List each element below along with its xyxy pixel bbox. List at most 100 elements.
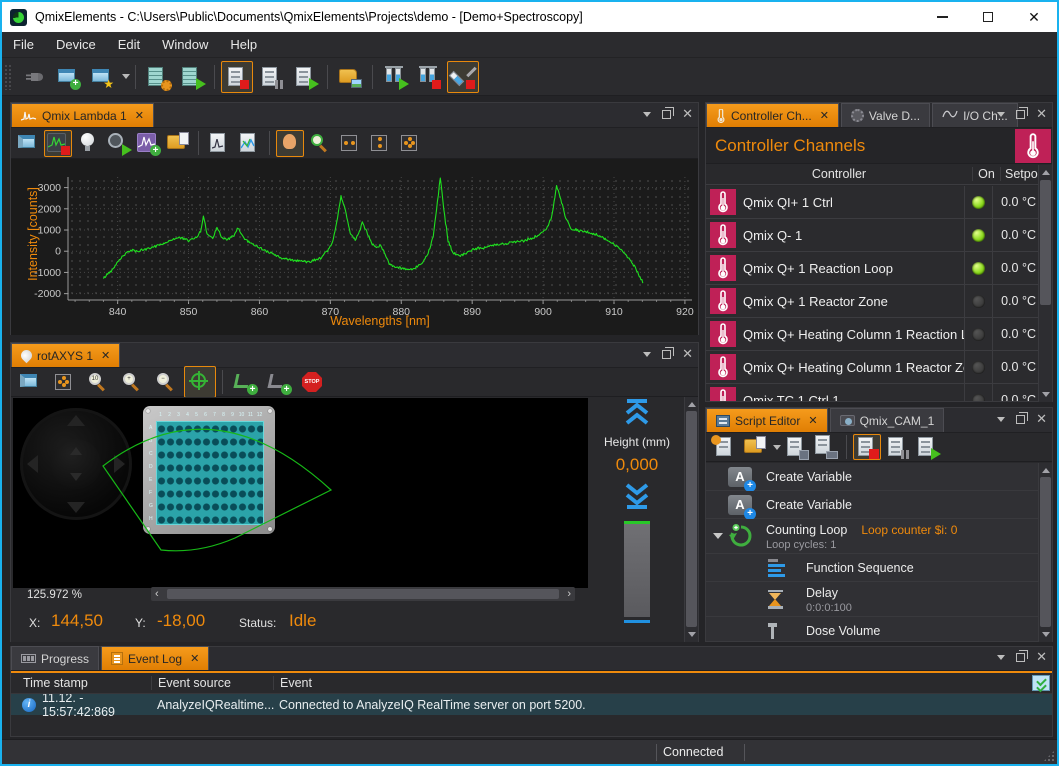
vertical-scrollbar[interactable]	[1038, 165, 1052, 402]
configure-process-button[interactable]	[142, 61, 174, 93]
setpoint-value[interactable]: 0.0 °C	[992, 186, 1038, 218]
on-led[interactable]	[972, 328, 985, 341]
minimize-button[interactable]	[919, 2, 965, 32]
column-event[interactable]: Event	[273, 676, 1032, 690]
vertical-scrollbar[interactable]	[684, 397, 698, 642]
pause-process-button[interactable]	[255, 61, 287, 93]
zoom-horizontal-button[interactable]	[336, 130, 364, 157]
add-device-window-button[interactable]: +	[52, 61, 84, 93]
bulb-light-button[interactable]	[74, 130, 102, 157]
script-item[interactable]: Function Sequence	[706, 554, 1038, 582]
run-process-button[interactable]	[176, 61, 208, 93]
panel-float-icon[interactable]	[1016, 653, 1025, 662]
scrollbar-thumb[interactable]	[686, 411, 697, 627]
run-script-button[interactable]	[913, 434, 941, 460]
column-controller[interactable]: Controller	[706, 167, 972, 181]
move-top-icon[interactable]	[620, 397, 654, 427]
dosing-run-button[interactable]	[379, 61, 411, 93]
zoom-out-button[interactable]: −	[150, 366, 182, 398]
panel-menu-icon[interactable]	[997, 655, 1005, 660]
column-event-source[interactable]: Event source	[151, 676, 273, 690]
script-item[interactable]: A+Create Variable	[706, 491, 1038, 519]
scrollbar-thumb[interactable]	[1040, 180, 1051, 305]
joystick-center-up-icon[interactable]	[70, 447, 82, 455]
zoom-vertical-button[interactable]	[366, 130, 394, 157]
table-row[interactable]: Qmix Q+ Heating Column 1 Reaction Loop0.…	[706, 318, 1038, 351]
dosing-record-button[interactable]	[413, 61, 445, 93]
tab-close-icon[interactable]: ✕	[190, 652, 199, 665]
fit-view-button[interactable]	[48, 366, 80, 398]
move-bottom-icon[interactable]	[620, 481, 654, 511]
play-process-button[interactable]	[289, 61, 321, 93]
on-led[interactable]	[972, 361, 985, 374]
joystick-control[interactable]	[20, 408, 132, 520]
setpoint-value[interactable]: 0.0 °C	[992, 318, 1038, 350]
scroll-down-icon[interactable]	[1042, 632, 1050, 637]
joystick-right-icon[interactable]	[114, 455, 125, 473]
open-script-caret-icon[interactable]	[773, 445, 781, 450]
resize-grip[interactable]	[1043, 750, 1055, 762]
thermometer-button[interactable]	[1015, 129, 1051, 163]
on-cell[interactable]	[964, 285, 992, 317]
scroll-down-icon[interactable]	[1042, 392, 1050, 397]
vertical-scrollbar[interactable]	[1038, 463, 1052, 642]
on-cell[interactable]	[964, 252, 992, 284]
menu-edit[interactable]: Edit	[107, 32, 151, 57]
scroll-left-icon[interactable]: ‹	[155, 588, 159, 600]
column-time-stamp[interactable]: Time stamp	[11, 676, 151, 690]
script-item[interactable]: Dose Volume	[706, 617, 1038, 641]
tab-valve-devices[interactable]: Valve D...	[841, 103, 930, 127]
spectrum-chart[interactable]: 840850860870880890900910920-2000-1000010…	[11, 159, 698, 335]
column-on[interactable]: On	[972, 167, 1000, 181]
new-script-button[interactable]	[711, 434, 739, 460]
pause-script-button[interactable]	[883, 434, 911, 460]
stop-button[interactable]: STOP	[297, 366, 329, 398]
setpoint-value[interactable]: 0.0 °C	[992, 219, 1038, 251]
favorites-window-button[interactable]: ★	[86, 61, 118, 93]
acquire-play-button[interactable]	[104, 130, 132, 157]
event-checklist-icon[interactable]	[1032, 675, 1050, 691]
toolbar-grip[interactable]	[4, 64, 13, 90]
table-row[interactable]: Qmix Q- 10.0 °C	[706, 219, 1038, 252]
chevron-down-icon[interactable]	[713, 533, 723, 539]
on-led[interactable]	[972, 196, 985, 209]
spectrum-record-button[interactable]	[44, 130, 72, 157]
script-item[interactable]: Delay0:0:0:100	[706, 582, 1038, 617]
scrollbar-thumb[interactable]	[1040, 477, 1051, 627]
maximize-button[interactable]	[965, 2, 1011, 32]
move-to-position-button[interactable]: +	[229, 366, 261, 398]
on-cell[interactable]	[964, 351, 992, 383]
zoom-free-button[interactable]	[396, 130, 424, 157]
panel-float-icon[interactable]	[662, 110, 671, 119]
panel-menu-icon[interactable]	[643, 352, 651, 357]
spectrum-export-button[interactable]	[235, 130, 263, 157]
save-script-as-button[interactable]	[812, 434, 840, 460]
panel-float-icon[interactable]	[1016, 110, 1025, 119]
move-target-button[interactable]	[184, 366, 216, 398]
tab-close-icon[interactable]: ✕	[820, 109, 829, 122]
panel-close-icon[interactable]: ✕	[682, 349, 693, 359]
open-script-button[interactable]	[741, 434, 769, 460]
position-canvas[interactable]: 123456789101112 ABCDEFGH	[13, 398, 588, 588]
plate-wells[interactable]	[156, 421, 264, 525]
panel-close-icon[interactable]: ✕	[1036, 414, 1047, 424]
move-relative-button[interactable]: +	[263, 366, 295, 398]
menu-file[interactable]: File	[2, 32, 45, 57]
close-button[interactable]: ✕	[1011, 2, 1057, 32]
panel-close-icon[interactable]: ✕	[1036, 109, 1047, 119]
table-row[interactable]: Qmix QI+ 1 Ctrl0.0 °C	[706, 186, 1038, 219]
zoom-10x-button[interactable]: 10	[82, 366, 114, 398]
menu-window[interactable]: Window	[151, 32, 219, 57]
tab-close-icon[interactable]: ✕	[101, 349, 110, 362]
panel-close-icon[interactable]: ✕	[1036, 652, 1047, 662]
on-led[interactable]	[972, 262, 985, 275]
panel-menu-icon[interactable]	[643, 112, 651, 117]
script-item[interactable]: A+Create Variable	[706, 463, 1038, 491]
table-row[interactable]: Qmix Q+ Heating Column 1 Reactor Zone0.0…	[706, 351, 1038, 384]
record-script-button[interactable]	[853, 434, 881, 460]
panel-float-icon[interactable]	[662, 350, 671, 359]
setpoint-value[interactable]: 0.0 °C	[992, 252, 1038, 284]
joystick-up-icon[interactable]	[67, 415, 85, 426]
joystick-down-icon[interactable]	[67, 502, 85, 513]
dosing-edit-record-button[interactable]	[447, 61, 479, 93]
